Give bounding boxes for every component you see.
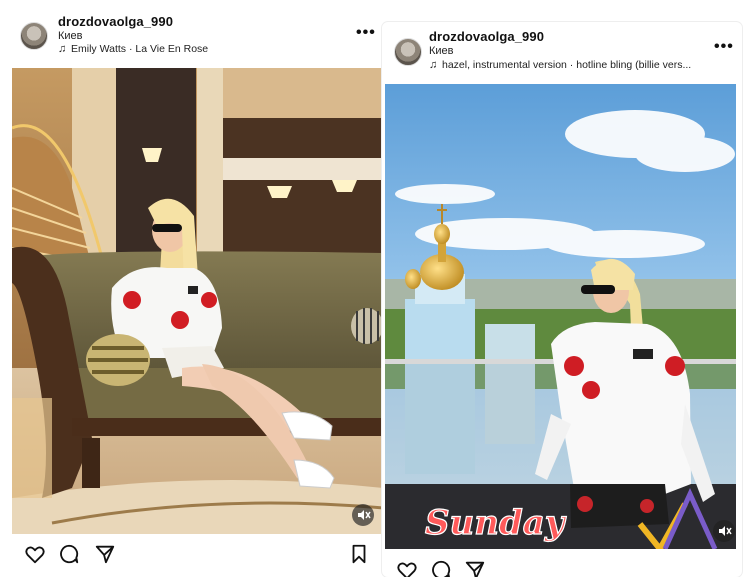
- mute-glyph: [358, 510, 371, 520]
- comment-icon[interactable]: [430, 559, 452, 577]
- post-header: drozdovaolga_990 Киев ♫ Emily Watts · La …: [4, 6, 390, 68]
- audio-muted-icon[interactable]: [352, 504, 374, 526]
- music-track: hazel, instrumental version · hotline bl…: [442, 59, 692, 71]
- heart-icon[interactable]: [396, 559, 418, 577]
- more-options-icon[interactable]: •••: [714, 38, 734, 56]
- music-track: Emily Watts · La Vie En Rose: [71, 43, 209, 55]
- send-icon[interactable]: [464, 559, 486, 577]
- music-label[interactable]: ♫ hazel, instrumental version · hotline b…: [429, 59, 719, 71]
- avatar[interactable]: [394, 38, 422, 66]
- avatar[interactable]: [20, 22, 48, 50]
- kyiv-cathedral-image: Sunday: [385, 84, 736, 549]
- sunday-overlay-text: Sunday: [425, 503, 567, 543]
- heart-icon[interactable]: [24, 543, 46, 565]
- comment-icon[interactable]: [58, 543, 80, 565]
- instagram-post-left: drozdovaolga_990 Киев ♫ Emily Watts · La …: [4, 6, 390, 577]
- username[interactable]: drozdovaolga_990: [429, 29, 544, 44]
- post-actions: [4, 539, 390, 573]
- post-actions: [382, 555, 742, 577]
- location-label[interactable]: Киев: [429, 45, 454, 57]
- audio-muted-icon[interactable]: [713, 520, 735, 542]
- hotel-lobby-image: [12, 68, 383, 534]
- music-label[interactable]: ♫ Emily Watts · La Vie En Rose: [58, 43, 358, 55]
- username[interactable]: drozdovaolga_990: [58, 14, 173, 29]
- location-label[interactable]: Киев: [58, 30, 83, 42]
- bookmark-icon[interactable]: [348, 543, 370, 565]
- post-header: drozdovaolga_990 Киев ♫ hazel, instrument…: [382, 22, 742, 84]
- instagram-post-right: drozdovaolga_990 Киев ♫ hazel, instrument…: [382, 22, 742, 577]
- post-photo[interactable]: [12, 68, 383, 534]
- music-note-icon: ♫: [429, 59, 438, 71]
- more-options-icon[interactable]: •••: [356, 24, 376, 42]
- send-icon[interactable]: [94, 543, 116, 565]
- post-photo[interactable]: Sunday: [385, 84, 736, 549]
- music-note-icon: ♫: [58, 43, 67, 55]
- mute-glyph: [719, 526, 732, 536]
